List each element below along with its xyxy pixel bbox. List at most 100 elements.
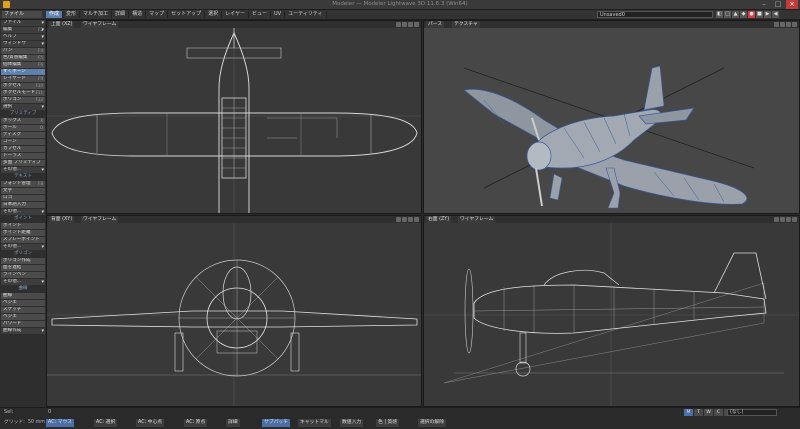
status-toggle-0[interactable]: AC: マウス [46, 419, 75, 427]
status-toggle-9[interactable]: 選択の解除 [418, 419, 446, 427]
sidebar-button[interactable]: ラインベン [1, 272, 45, 278]
sidebar-button[interactable]: ポリゴン F12 [1, 97, 45, 103]
viewport-controls[interactable] [396, 22, 419, 27]
sidebar-button[interactable]: ボール O [1, 125, 45, 131]
view-select[interactable]: 右面 (ZY) [426, 216, 452, 223]
viewport-canvas[interactable] [424, 223, 799, 406]
sidebar-button[interactable]: スケッチ [1, 307, 45, 313]
sidebar-button[interactable]: ヘルプ [1, 34, 45, 40]
sidebar-button[interactable]: パン F4 [1, 48, 45, 54]
tab-9[interactable]: ビュー [249, 11, 271, 18]
sidebar-button[interactable]: ファイル [1, 20, 45, 26]
sidebar-button[interactable]: ポリゴン作成 [1, 258, 45, 264]
minimize-button[interactable]: – [758, 0, 770, 9]
render-mode-select[interactable]: テクスチャ [452, 21, 480, 28]
tab-3[interactable]: 詳細 [112, 11, 130, 18]
scene-select[interactable]: Unsaved0 [597, 11, 713, 18]
sidebar-button[interactable]: ポイント [1, 223, 45, 229]
sidebar-button[interactable]: 曲線 [1, 293, 45, 299]
view-select[interactable]: 背面 (XY) [49, 216, 75, 223]
status-toggle-7[interactable]: 数値入力 [340, 419, 364, 427]
sidebar-button[interactable]: ベジエ [1, 300, 45, 306]
view-select[interactable]: パース [426, 21, 445, 28]
sidebar-button[interactable]: ロゴ [1, 195, 45, 201]
view-select[interactable]: 上面 (XZ) [49, 21, 75, 28]
sidebar-button[interactable]: パワード [1, 321, 45, 327]
status-toggle-1[interactable]: AC: 選択 [94, 419, 118, 427]
viewport-side[interactable]: 右面 (ZY) ワイヤフレーム [423, 215, 800, 407]
render-mode-select[interactable]: ワイヤフレーム [458, 216, 496, 223]
sidebar-button[interactable]: 編集 F2 [1, 27, 45, 33]
viewport-canvas[interactable] [47, 223, 421, 406]
mode-key-w[interactable]: W [704, 409, 713, 416]
sidebar-button[interactable]: フォント管理 F8 [1, 181, 45, 187]
render-mode-select[interactable]: ワイヤフレーム [81, 216, 119, 223]
mode-key-t[interactable]: T [694, 409, 703, 416]
sidebar-button[interactable]: カプセル [1, 146, 45, 152]
status-toggle-6[interactable]: キャットマル [298, 419, 331, 427]
toolbar-icon-4[interactable]: ● [748, 11, 755, 18]
sidebar-button[interactable]: 面を連結 [1, 265, 45, 271]
tab-0[interactable]: 作成 [46, 11, 64, 18]
sidebar-button[interactable]: その他... [1, 244, 45, 250]
toolbar-icon-2[interactable]: ▲ [732, 11, 739, 18]
close-button[interactable]: × [786, 0, 798, 9]
sidebar-button[interactable]: その他... [1, 209, 45, 215]
toolbar-icon-0[interactable]: ◧ [716, 11, 723, 18]
mode-key-c[interactable]: C [714, 409, 723, 416]
maximize-button[interactable]: □ [772, 0, 784, 9]
tab-11[interactable]: ユーティリティ [285, 11, 327, 18]
sidebar-button[interactable]: コーン [1, 139, 45, 145]
sidebar-button[interactable]: ボクセルモード F11 [1, 90, 45, 96]
viewport-canvas[interactable] [424, 28, 799, 213]
sidebar-button[interactable]: その他... [1, 279, 45, 285]
tab-1[interactable]: 変形 [63, 11, 81, 18]
viewport-controls[interactable] [396, 217, 419, 222]
sidebar-button[interactable]: ポイント距離 [1, 230, 45, 236]
toolbar-icon-6[interactable]: ▶ [764, 11, 771, 18]
tab-4[interactable]: 構造 [129, 11, 147, 18]
sidebar-button[interactable]: 色/質感編集 F5 [1, 55, 45, 61]
sidebar-button[interactable]: ディスク [1, 132, 45, 138]
sidebar-button[interactable]: ボクセル F10 [1, 83, 45, 89]
layer-select[interactable]: (なし) [727, 409, 777, 416]
sidebar-button[interactable]: トーラス [1, 153, 45, 159]
tab-2[interactable]: マルチ加工 [80, 11, 113, 18]
status-toggle-3[interactable]: AC: 原点 [184, 419, 208, 427]
viewport-top[interactable]: 上面 (XZ) ワイヤフレーム [46, 20, 422, 214]
viewport-controls[interactable] [774, 217, 797, 222]
toolbar-icon-3[interactable]: ◆ [740, 11, 747, 18]
sidebar-button[interactable]: すくボーン F8 [1, 69, 45, 75]
sidebar-button[interactable]: ウィンドウ [1, 41, 45, 47]
toolbar-icon-1[interactable]: □ [724, 11, 731, 18]
mode-key-m[interactable]: M [684, 409, 693, 416]
sidebar-button[interactable]: 日本語入力 [1, 202, 45, 208]
status-toggle-5[interactable]: サブパッチ [262, 419, 290, 427]
sidebar-button[interactable]: ボックス X [1, 118, 45, 124]
status-toggle-2[interactable]: AC: 中心点 [136, 419, 165, 427]
toolbar-icon-7[interactable]: ◀ [772, 11, 779, 18]
sidebar-button[interactable]: 多面 プリミティブ [1, 160, 45, 166]
viewport-canvas[interactable] [47, 28, 421, 213]
render-mode-select[interactable]: ワイヤフレーム [81, 21, 119, 28]
tab-8[interactable]: レイヤー [222, 11, 249, 18]
sidebar-button[interactable]: スプレーポイント [1, 237, 45, 243]
tab-5[interactable]: マップ [146, 11, 169, 18]
tab-6[interactable]: セットアップ [168, 11, 206, 18]
sidebar-button[interactable]: その他... [1, 167, 45, 173]
viewport-controls[interactable] [774, 22, 797, 27]
sidebar-button[interactable]: 選択 [1, 104, 45, 110]
status-toggle-4[interactable]: 詳細 [226, 419, 240, 427]
sidebar-button[interactable]: 文字 [1, 188, 45, 194]
tab-7[interactable]: 選択 [205, 11, 223, 18]
sidebar-button[interactable]: ベジエ [1, 314, 45, 320]
tab-10[interactable]: UV [271, 11, 286, 18]
viewport-front[interactable]: 背面 (XY) ワイヤフレーム [46, 215, 422, 407]
sidebar-button[interactable]: レイヤード F9 [1, 76, 45, 82]
sidebar-button[interactable]: 曲線作成 [1, 328, 45, 334]
toolbar-icon-5[interactable]: ■ [756, 11, 763, 18]
viewport-perspective[interactable]: パース テクスチャ [423, 20, 800, 214]
file-menu-button[interactable]: ファイル [2, 11, 42, 18]
sidebar-button[interactable]: 個体編集 F6 [1, 62, 45, 68]
status-toggle-8[interactable]: 色 | 質感 [376, 419, 400, 427]
